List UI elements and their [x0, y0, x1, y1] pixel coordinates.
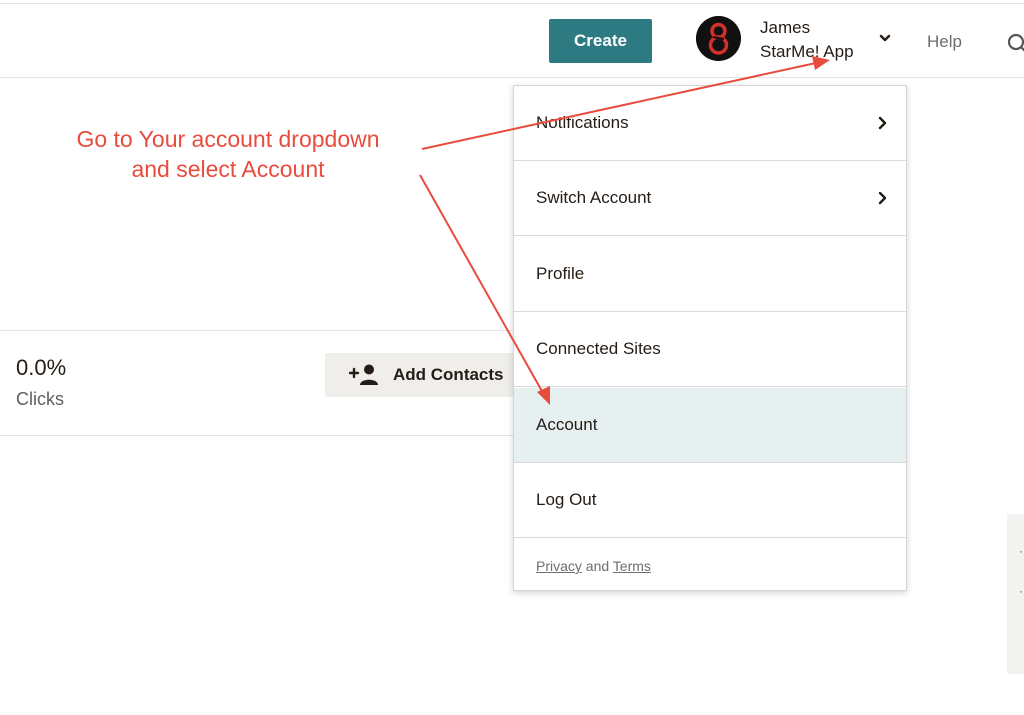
avatar — [696, 16, 741, 61]
menu-item-account[interactable]: Account — [514, 388, 906, 463]
chevron-right-icon — [878, 191, 887, 205]
menu-item-label: Notifications — [536, 113, 629, 132]
tutorial-annotation: Go to Your account dropdown and select A… — [48, 124, 408, 184]
menu-item-label: Profile — [536, 264, 585, 283]
menu-item-label: Switch Account — [536, 188, 652, 207]
stat-value: 0.0% — [16, 355, 67, 380]
help-link[interactable]: Help — [927, 32, 962, 52]
create-button[interactable]: Create — [549, 19, 652, 63]
annotation-line-2: and select Account — [131, 156, 325, 182]
panel-glyph: · — [1019, 544, 1023, 558]
dropdown-footer: Privacy and Terms — [536, 558, 651, 574]
add-person-icon — [349, 364, 378, 385]
top-header: Create James StarMe! App Help — [0, 4, 1024, 78]
avatar-logo-icon — [696, 16, 741, 61]
menu-item-label: Log Out — [536, 490, 597, 509]
menu-item-notifications[interactable]: Notifications — [514, 86, 906, 161]
account-org: StarMe! App — [760, 42, 854, 61]
terms-link[interactable]: Terms — [613, 558, 651, 574]
menu-item-log-out[interactable]: Log Out — [514, 463, 906, 538]
menu-item-label: Account — [536, 415, 598, 434]
add-contacts-label: Add Contacts — [393, 365, 504, 384]
chevron-down-icon — [879, 34, 891, 42]
add-contacts-button[interactable]: Add Contacts — [325, 353, 525, 397]
annotation-line-1: Go to Your account dropdown — [76, 126, 380, 152]
menu-item-switch-account[interactable]: Switch Account — [514, 161, 906, 236]
menu-item-connected-sites[interactable]: Connected Sites — [514, 312, 906, 387]
privacy-link[interactable]: Privacy — [536, 558, 582, 574]
search-icon[interactable] — [1006, 32, 1024, 54]
page: Create James StarMe! App Help 0.0% Click… — [0, 0, 1024, 715]
footer-conjunction: and — [585, 558, 610, 574]
side-panel-edge: · · — [1007, 514, 1024, 674]
menu-item-label: Connected Sites — [536, 339, 661, 358]
account-dropdown-toggle[interactable]: James StarMe! App — [695, 14, 900, 70]
menu-item-profile[interactable]: Profile — [514, 237, 906, 312]
chevron-right-icon — [878, 116, 887, 130]
panel-glyph: · — [1019, 584, 1023, 598]
campaign-stats-row: 0.0% Clicks Add Contacts — [0, 330, 525, 436]
account-name: James — [760, 18, 811, 37]
account-dropdown-menu: Notifications Switch Account Profile Con… — [513, 85, 907, 591]
stat-label: Clicks — [16, 389, 64, 409]
